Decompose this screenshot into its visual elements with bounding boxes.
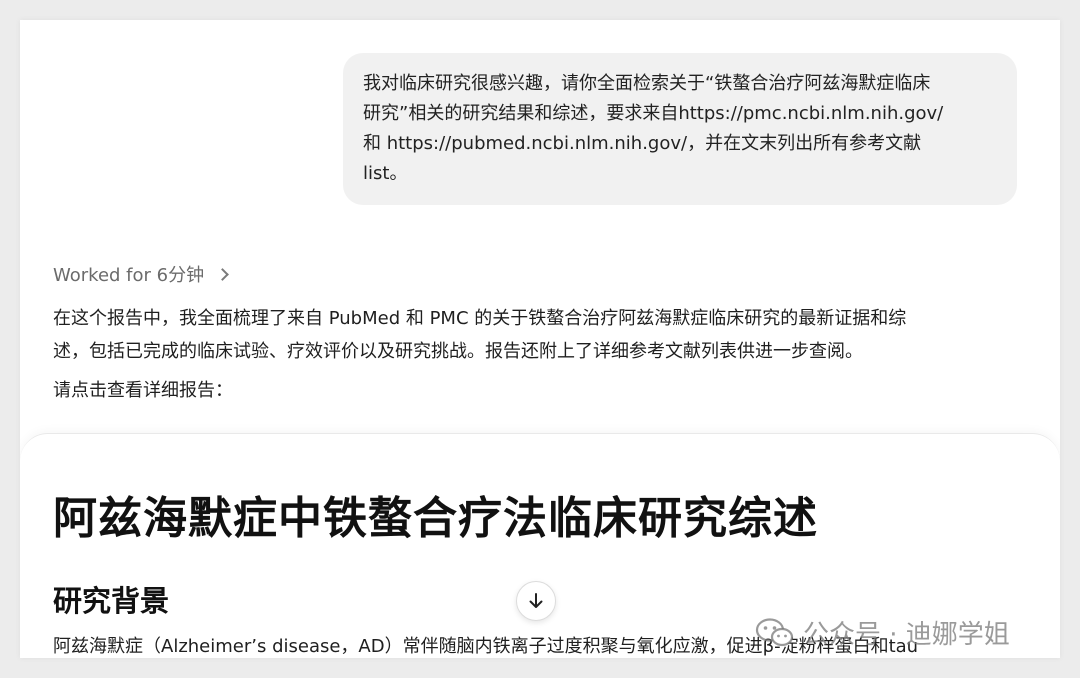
chevron-right-icon: [216, 267, 229, 281]
worked-for-label: Worked for 6分钟: [53, 265, 205, 286]
user-message-line: 研究”相关的研究结果和综述，要求来自https://pmc.ncbi.nlm.n…: [363, 103, 944, 124]
assistant-summary-line: 述，包括已完成的临床试验、疗效评价以及研究挑战。报告还附上了详细参考文献列表供进…: [53, 341, 863, 362]
chat-window: 我对临床研究很感兴趣，请你全面检索关于“铁螯合治疗阿兹海默症临床 研究”相关的研…: [20, 20, 1060, 658]
user-message-line: 我对临床研究很感兴趣，请你全面检索关于“铁螯合治疗阿兹海默症临床: [363, 73, 931, 94]
worked-for-toggle[interactable]: Worked for 6分钟: [53, 261, 229, 287]
section-heading: 研究背景: [53, 584, 170, 618]
assistant-summary-line: 在这个报告中，我全面梳理了来自 PubMed 和 PMC 的关于铁螯合治疗阿兹海…: [53, 308, 907, 329]
arrow-down-icon: [529, 593, 543, 608]
section-body: 阿兹海默症（Alzheimer’s disease，AD）常伴随脑内铁离子过度积…: [53, 636, 919, 657]
report-title: 阿兹海默症中铁螯合疗法临床研究综述: [53, 493, 818, 544]
user-message-line: 和 https://pubmed.ncbi.nlm.nih.gov/，并在文末列…: [363, 133, 922, 154]
user-message-bubble: 我对临床研究很感兴趣，请你全面检索关于“铁螯合治疗阿兹海默症临床 研究”相关的研…: [343, 53, 1017, 205]
assistant-prompt: 请点击查看详细报告：: [53, 380, 233, 401]
scroll-down-button[interactable]: [516, 581, 556, 621]
assistant-message: 在这个报告中，我全面梳理了来自 PubMed 和 PMC 的关于铁螯合治疗阿兹海…: [53, 302, 1028, 407]
report-card[interactable]: 阿兹海默症中铁螯合疗法临床研究综述 研究背景 阿兹海默症（Alzheimer’s…: [20, 433, 1060, 658]
user-message-line: list。: [363, 163, 408, 184]
